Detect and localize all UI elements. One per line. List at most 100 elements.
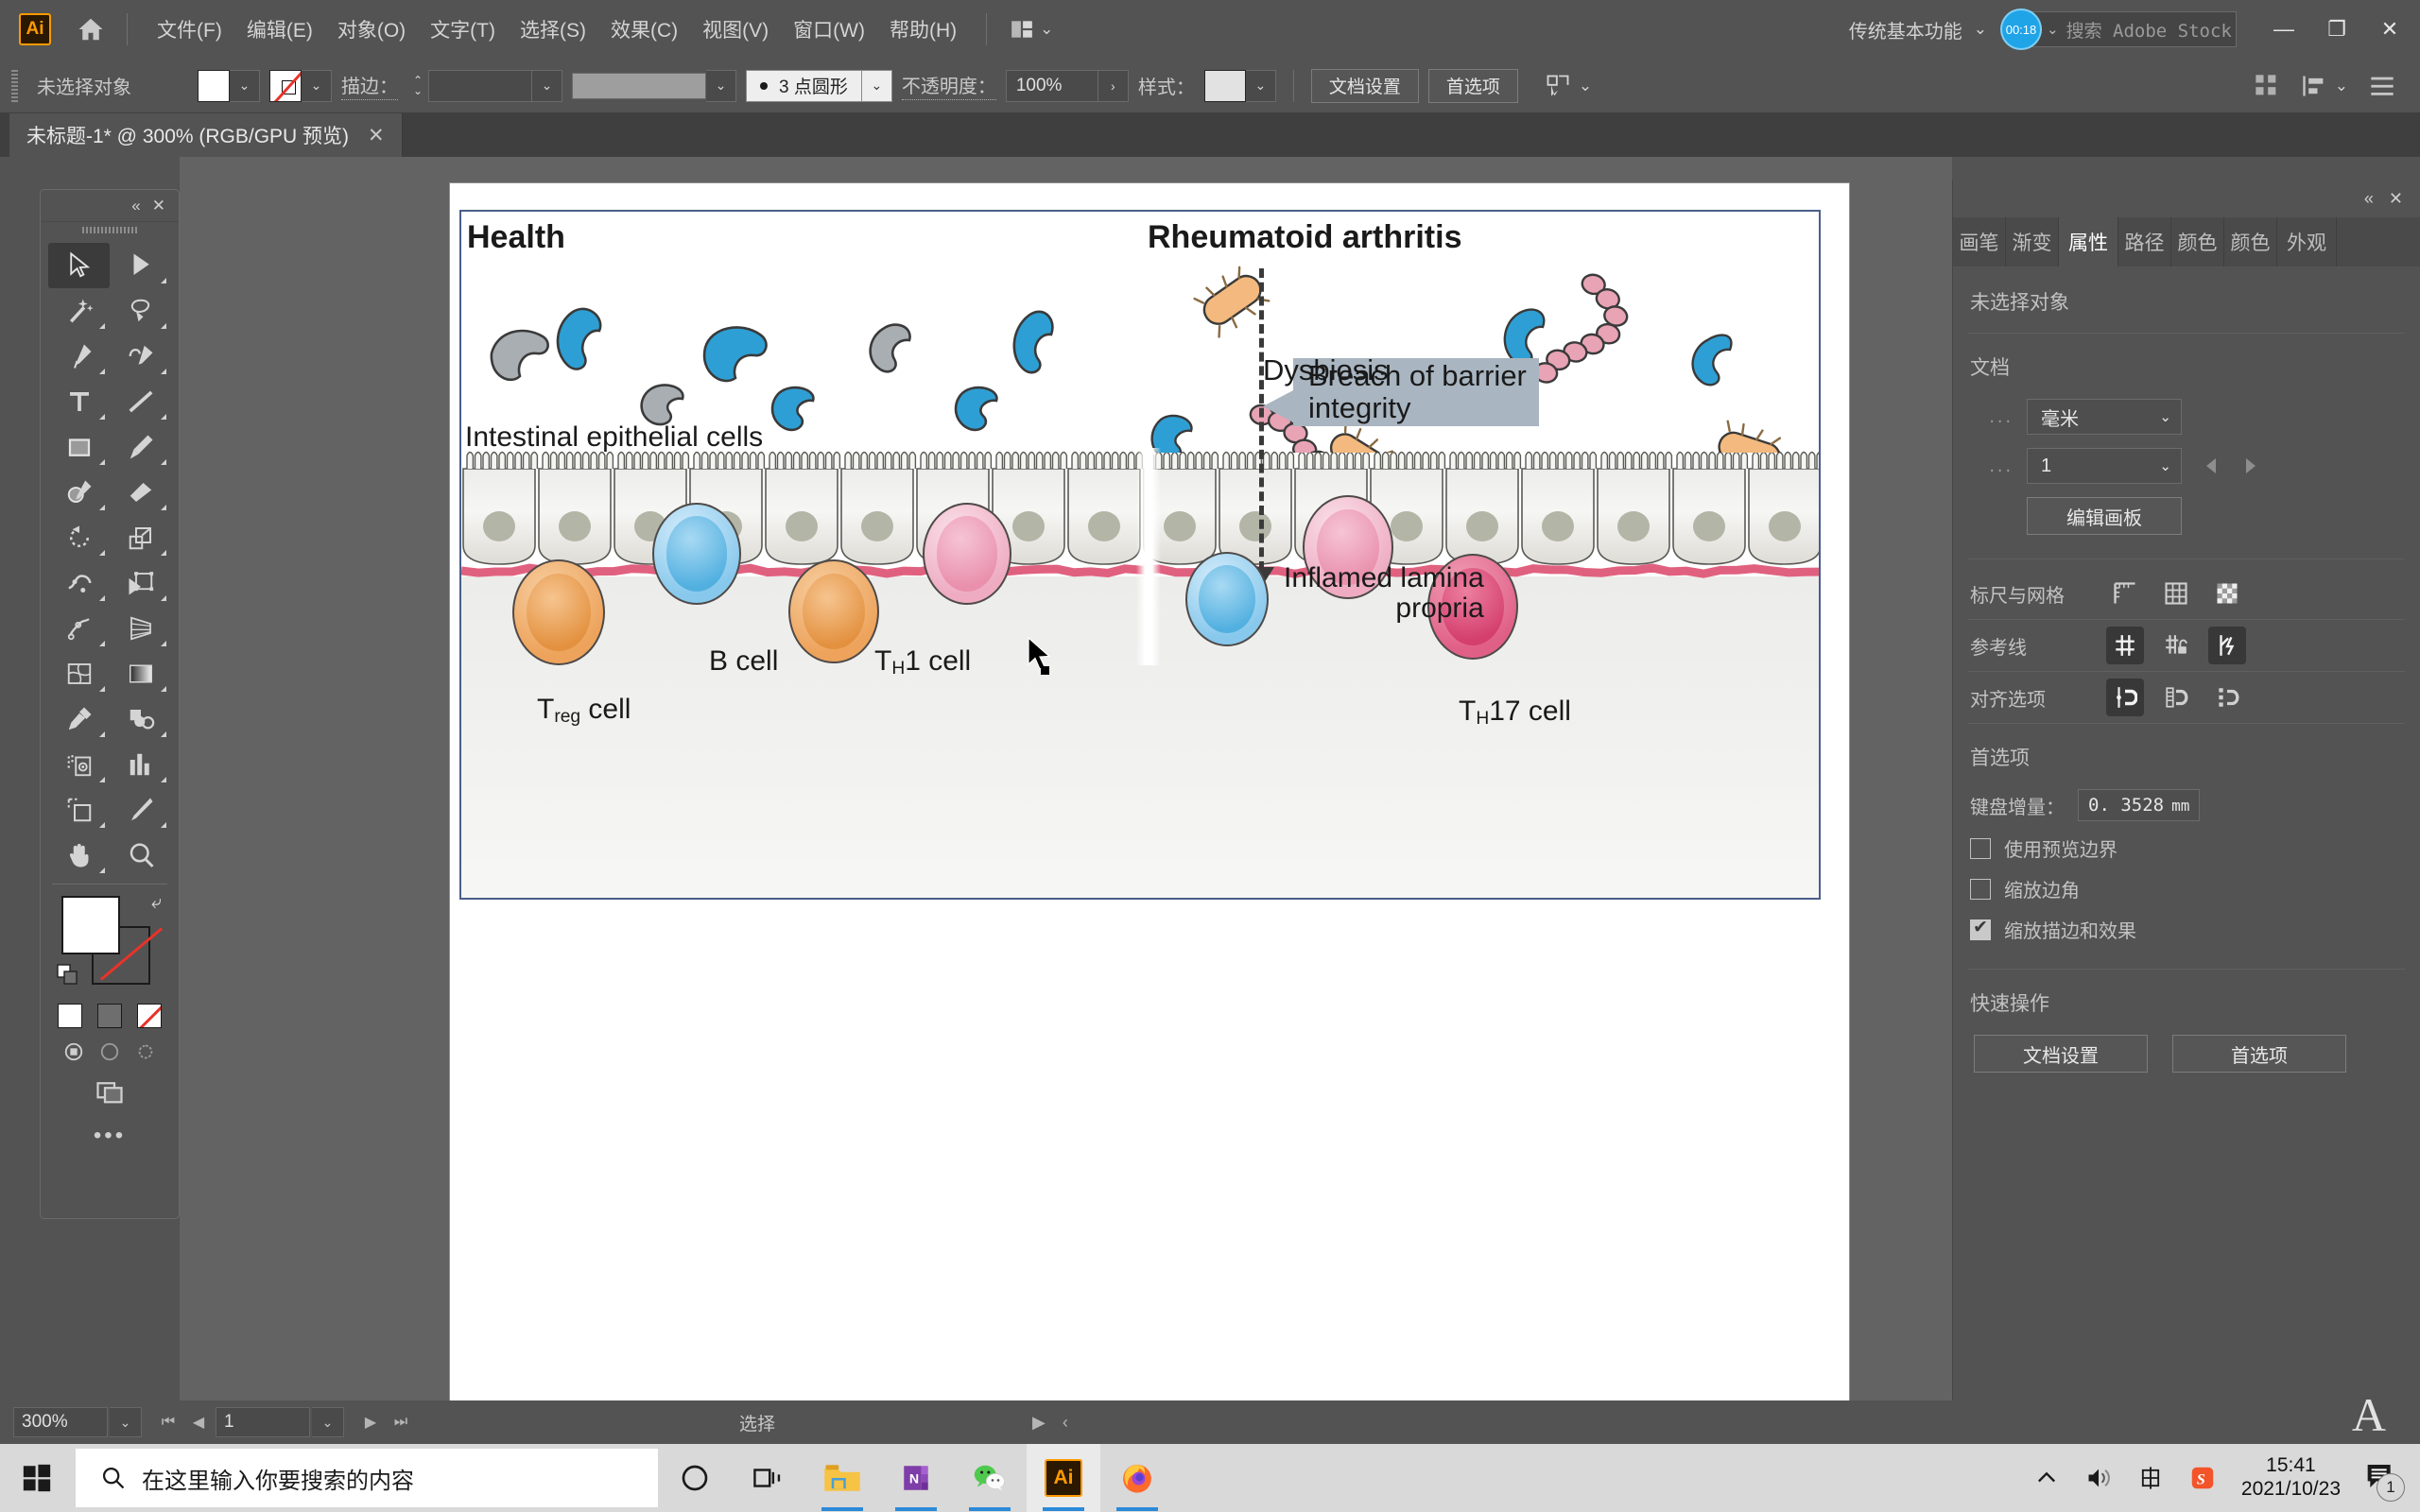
document-tab[interactable]: 未标题-1* @ 300% (RGB/GPU 预览) ✕ (9, 113, 403, 157)
opacity-input[interactable]: 100% (1005, 69, 1098, 102)
variable-width-dropdown-icon[interactable]: ⌄ (706, 69, 736, 102)
stroke-weight-stepper[interactable]: ⌃ ⌄ (407, 70, 428, 102)
align-chevron-icon[interactable]: ⌄ (2335, 77, 2348, 95)
curvature-tool[interactable] (110, 334, 171, 379)
scale-strokes-effects-checkbox[interactable] (1970, 917, 1991, 940)
artboard-tool[interactable] (48, 787, 110, 833)
graphic-style-dropdown-icon[interactable]: ⌄ (1245, 69, 1276, 102)
stroke-weight-control[interactable]: ⌃ ⌄ ⌄ (407, 69, 562, 102)
file-explorer-icon[interactable] (805, 1444, 879, 1512)
select-similar-control[interactable]: ⌄ (1545, 73, 1592, 99)
tab-properties[interactable]: 属性 (2059, 217, 2118, 266)
screen-mode-icon[interactable] (41, 1077, 179, 1106)
stroke-weight-dropdown-icon[interactable]: ⌄ (532, 69, 562, 102)
menu-select[interactable]: 选择(S) (508, 9, 598, 49)
tab-color[interactable]: 颜色 (2171, 217, 2224, 266)
opacity-expand-icon[interactable]: › (1098, 69, 1129, 102)
document-setup-button[interactable]: 文档设置 (1310, 68, 1419, 103)
tools-panel-grip[interactable] (41, 222, 179, 237)
properties-collapse-icon[interactable]: « (2364, 189, 2374, 209)
scale-tool[interactable] (110, 515, 171, 560)
next-artboard-icon[interactable] (2240, 455, 2259, 476)
direct-selection-tool[interactable] (110, 243, 171, 288)
type-tool[interactable] (48, 379, 110, 424)
gradient-tool[interactable] (110, 651, 171, 696)
rotate-tool[interactable] (48, 515, 110, 560)
zoom-level-input[interactable]: 300% (13, 1407, 108, 1437)
snap-to-grid-icon[interactable] (2157, 679, 2195, 716)
artboard-select[interactable]: 1 ⌄ (2027, 448, 2182, 484)
status-next-icon[interactable]: ▶ (1032, 1413, 1046, 1433)
tab-appearance[interactable]: 外观 (2277, 217, 2337, 266)
align-panel-control[interactable]: ⌄ (2301, 73, 2348, 99)
tab-color-guide[interactable]: 颜色 (2224, 217, 2277, 266)
gradient-swatch-icon[interactable] (97, 1004, 122, 1028)
arrange-documents-icon[interactable]: ⌄ (1010, 17, 1053, 42)
symbol-sprayer-tool[interactable] (48, 742, 110, 787)
stroke-weight-input[interactable] (428, 69, 532, 102)
keyboard-increment-input[interactable]: 0. 3528 mm (2078, 789, 2201, 821)
menu-file[interactable]: 文件(F) (145, 9, 234, 49)
free-transform-tool[interactable] (110, 560, 171, 606)
selection-tool[interactable] (48, 243, 110, 288)
unit-select[interactable]: 毫米 ⌄ (2027, 399, 2182, 435)
tools-more-icon[interactable]: ••• (41, 1123, 179, 1149)
grid-icon[interactable] (2157, 575, 2195, 612)
align-icon[interactable] (2301, 73, 2327, 99)
menu-object[interactable]: 对象(O) (325, 9, 418, 49)
brush-definition-value[interactable]: 3 点圆形 (746, 69, 862, 102)
mesh-tool[interactable] (48, 651, 110, 696)
scale-corners-checkbox-row[interactable]: 缩放边角 (1953, 868, 2420, 909)
notification-center-icon[interactable]: 1 (2365, 1461, 2405, 1502)
wechat-icon[interactable] (953, 1444, 1027, 1512)
artboard-number-input[interactable]: 1 (216, 1407, 310, 1437)
stroke-swatch[interactable] (269, 69, 302, 102)
draw-normal-icon[interactable] (62, 1041, 85, 1062)
transparency-grid-icon[interactable] (2208, 575, 2246, 612)
cortana-circle-icon[interactable] (658, 1444, 732, 1512)
lasso-tool[interactable] (110, 288, 171, 334)
firefox-icon[interactable] (1100, 1444, 1174, 1512)
brush-definition-dropdown-icon[interactable]: ⌄ (861, 69, 892, 102)
menu-effect[interactable]: 效果(C) (598, 9, 690, 49)
use-preview-bounds-checkbox-row[interactable]: 使用预览边界 (1953, 828, 2420, 868)
next-artboard-icon[interactable]: ▶ (355, 1407, 386, 1437)
magic-wand-tool[interactable] (48, 288, 110, 334)
menu-help[interactable]: 帮助(H) (877, 9, 969, 49)
shape-builder-tool[interactable] (48, 606, 110, 651)
stroke-color-control[interactable]: ⌄ (269, 69, 332, 102)
task-view-icon[interactable] (732, 1444, 805, 1512)
select-similar-objects-icon[interactable] (1545, 73, 1571, 99)
control-bar-grip[interactable] (11, 69, 18, 102)
none-swatch-icon[interactable] (137, 1004, 162, 1028)
hand-tool[interactable] (48, 833, 110, 878)
opacity-control[interactable]: 100% › (1005, 69, 1129, 102)
minimize-button[interactable]: — (2257, 8, 2310, 51)
zoom-level-dropdown-icon[interactable]: ⌄ (110, 1407, 142, 1437)
adobe-stock-search[interactable]: ⌄ 搜索 Adobe Stock (2017, 11, 2237, 47)
color-swatch-icon[interactable] (58, 1004, 82, 1028)
tab-gradient[interactable]: 渐变 (2006, 217, 2059, 266)
document-tab-close-icon[interactable]: ✕ (368, 124, 385, 147)
tools-close-icon[interactable]: ✕ (152, 197, 165, 215)
draw-inside-icon[interactable] (134, 1041, 157, 1062)
edit-artboards-button[interactable]: 编辑画板 (2027, 497, 2182, 535)
variable-width-profile-control[interactable]: ⌄ (572, 69, 736, 102)
taskbar-clock[interactable]: 15:41 2021/10/23 (2241, 1454, 2341, 1502)
properties-close-icon[interactable]: ✕ (2389, 189, 2403, 209)
use-preview-bounds-checkbox[interactable] (1970, 837, 1991, 859)
last-artboard-icon[interactable]: ⏭ (386, 1407, 416, 1437)
swap-fill-stroke-icon[interactable]: ⤶ (151, 892, 162, 914)
lock-guides-icon[interactable] (2157, 627, 2195, 664)
shaper-tool[interactable] (48, 470, 110, 515)
artboard-number-dropdown-icon[interactable]: ⌄ (312, 1407, 344, 1437)
app-grid-icon[interactable] (2254, 73, 2280, 99)
rectangle-tool[interactable] (48, 424, 110, 470)
show-guides-icon[interactable] (2106, 627, 2144, 664)
sogou-input-icon[interactable]: S (2188, 1464, 2217, 1492)
scale-strokes-effects-checkbox-row[interactable]: 缩放描边和效果 (1953, 909, 2420, 950)
default-fill-stroke-icon[interactable] (56, 963, 78, 990)
column-graph-tool[interactable] (110, 742, 171, 787)
slice-tool[interactable] (110, 787, 171, 833)
taskbar-search-box[interactable]: 在这里输入你要搜索的内容 (76, 1449, 658, 1507)
